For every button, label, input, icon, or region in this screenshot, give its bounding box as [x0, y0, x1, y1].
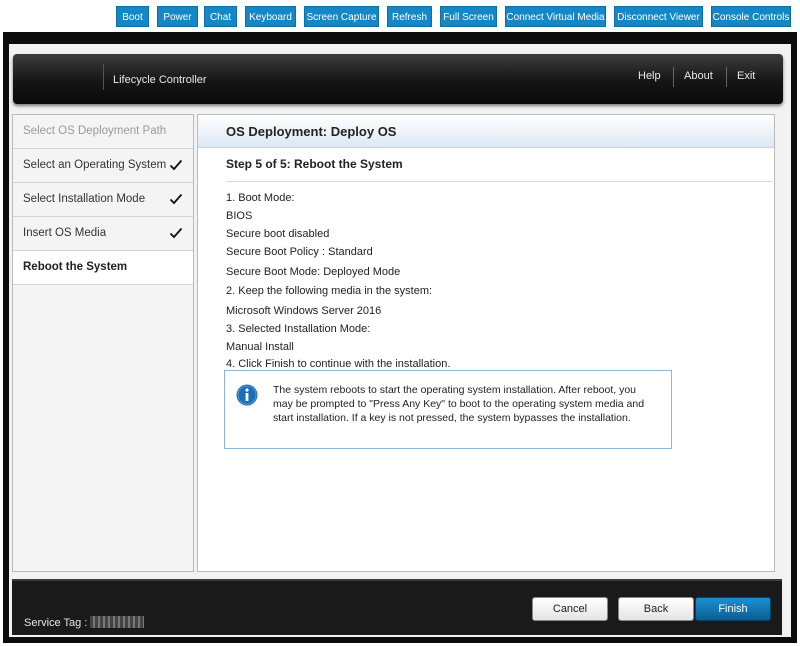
nav-step-label: Insert OS Media	[23, 227, 107, 239]
header-divider	[103, 64, 104, 90]
app-title: Lifecycle Controller	[113, 74, 207, 86]
checkmark-icon	[169, 193, 183, 205]
step-title: Step 5 of 5: Reboot the System	[226, 157, 403, 171]
secure-boot-mode: Secure Boot Mode: Deployed Mode	[226, 266, 401, 278]
info-icon	[236, 384, 258, 406]
nav-step-operating-system[interactable]: Select an Operating System	[13, 149, 193, 183]
installation-mode-value: Manual Install	[226, 341, 294, 353]
secure-boot-policy: Secure Boot Policy : Standard	[226, 246, 373, 258]
checkmark-icon	[169, 159, 183, 171]
info-box: The system reboots to start the operatin…	[224, 370, 672, 449]
nav-step-insert-media[interactable]: Insert OS Media	[13, 217, 193, 251]
console-controls-button[interactable]: Console Controls	[711, 6, 791, 27]
power-button[interactable]: Power	[157, 6, 198, 27]
back-button[interactable]: Back	[618, 597, 694, 621]
nav-step-label: Select Installation Mode	[23, 193, 146, 205]
exit-link[interactable]: Exit	[737, 70, 755, 82]
nav-step-label: Reboot the System	[23, 261, 128, 273]
boot-mode-heading: 1. Boot Mode:	[226, 192, 295, 204]
nav-step-reboot[interactable]: Reboot the System	[13, 251, 193, 285]
lifecycle-controller-window: Lifecycle Controller Help About Exit Sel…	[9, 44, 791, 637]
nav-step-deployment-path: Select OS Deployment Path	[13, 115, 193, 149]
finish-instruction: 4. Click Finish to continue with the ins…	[226, 358, 451, 370]
cancel-button[interactable]: Cancel	[532, 597, 608, 621]
full-screen-button[interactable]: Full Screen	[440, 6, 497, 27]
disconnect-viewer-button[interactable]: Disconnect Viewer	[614, 6, 703, 27]
boot-button[interactable]: Boot	[116, 6, 149, 27]
console-frame: Lifecycle Controller Help About Exit Sel…	[3, 32, 797, 643]
finish-button[interactable]: Finish	[695, 597, 771, 621]
refresh-button[interactable]: Refresh	[387, 6, 432, 27]
virtual-console-toolbar: Boot Power Chat Keyboard Screen Capture …	[0, 0, 800, 32]
media-heading: 2. Keep the following media in the syste…	[226, 285, 433, 297]
about-link[interactable]: About	[684, 70, 713, 82]
page-title: OS Deployment: Deploy OS	[198, 115, 774, 148]
chat-button[interactable]: Chat	[204, 6, 237, 27]
keyboard-button[interactable]: Keyboard	[245, 6, 296, 27]
footer-bar: Service Tag : Cancel Back Finish	[12, 579, 782, 635]
main-panel: OS Deployment: Deploy OS Step 5 of 5: Re…	[197, 114, 775, 572]
divider	[226, 181, 772, 182]
help-link[interactable]: Help	[638, 70, 661, 82]
app-header: Lifecycle Controller Help About Exit	[13, 54, 783, 104]
boot-mode-value: BIOS	[226, 210, 253, 222]
media-value: Microsoft Windows Server 2016	[226, 305, 382, 317]
service-tag-label: Service Tag :	[24, 617, 88, 629]
nav-step-installation-mode[interactable]: Select Installation Mode	[13, 183, 193, 217]
nav-step-label: Select an Operating System	[23, 159, 167, 171]
installation-mode-heading: 3. Selected Installation Mode:	[226, 323, 371, 335]
header-separator	[673, 67, 674, 87]
header-separator	[726, 67, 727, 87]
checkmark-icon	[169, 227, 183, 239]
screen-capture-button[interactable]: Screen Capture	[304, 6, 379, 27]
service-tag-redacted	[90, 616, 144, 628]
secure-boot-status: Secure boot disabled	[226, 228, 330, 240]
nav-step-label: Select OS Deployment Path	[23, 125, 167, 137]
connect-virtual-media-button[interactable]: Connect Virtual Media	[505, 6, 606, 27]
info-message: The system reboots to start the operatin…	[273, 384, 645, 424]
wizard-steps-nav: Select OS Deployment Path Select an Oper…	[12, 114, 194, 572]
